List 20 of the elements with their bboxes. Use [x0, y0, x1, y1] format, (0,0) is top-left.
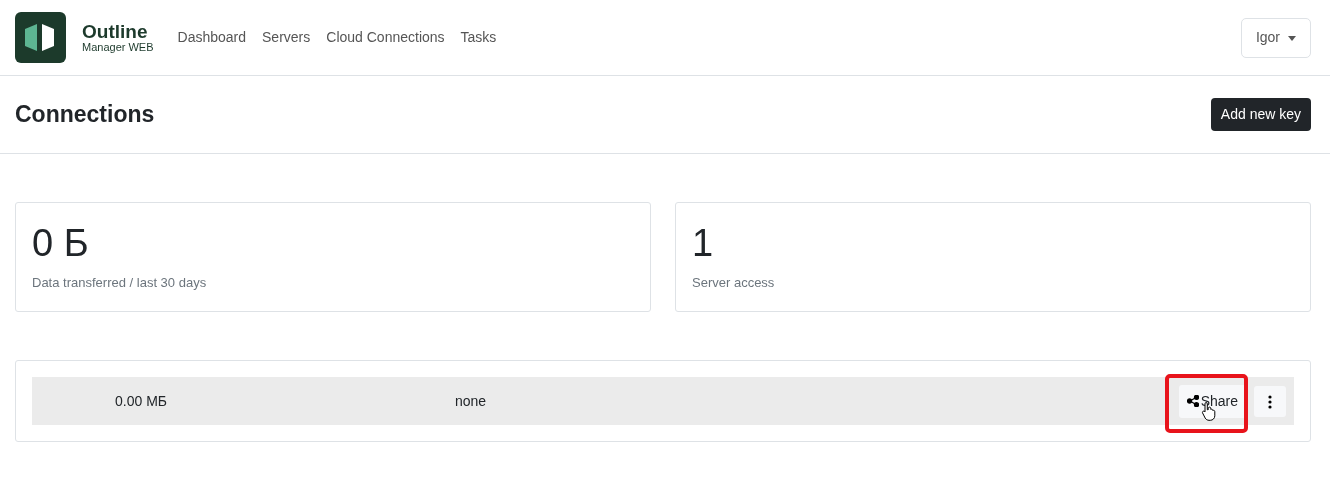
stat-label: Data transferred / last 30 days: [32, 273, 208, 292]
limit-cell-text: none: [455, 391, 487, 411]
caret-icon: [1288, 35, 1296, 41]
page-title: Connections: [15, 100, 155, 129]
stat-label: Server access: [692, 273, 776, 292]
brand-subtitle: Manager WEB: [82, 40, 154, 54]
more-options-button[interactable]: [1254, 385, 1286, 417]
stat-value: 1: [692, 223, 715, 265]
brand-title: Outline: [82, 21, 149, 41]
nav-link[interactable]: Tasks: [460, 27, 497, 48]
nav-link[interactable]: Servers: [262, 27, 311, 48]
user-menu-button[interactable]: Igor: [1240, 17, 1311, 58]
logo-icon: [15, 12, 66, 63]
add-key-button[interactable]: Add new key: [1210, 98, 1311, 131]
nav-link[interactable]: Cloud Connections: [326, 27, 445, 48]
more-icon: [1268, 394, 1272, 409]
share-icon: [1186, 395, 1199, 407]
nav-link[interactable]: Dashboard: [177, 27, 247, 48]
usage-cell-text: 0.00 МБ: [115, 391, 168, 411]
stat-value: 0 Б: [32, 223, 90, 265]
